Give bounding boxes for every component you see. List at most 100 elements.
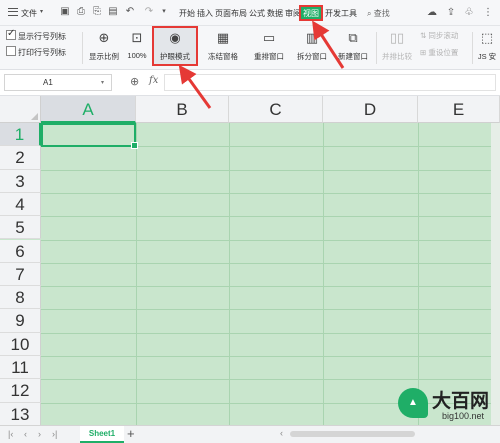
row-header[interactable]: 13 [0,402,41,425]
fx-icon[interactable]: fx [149,75,158,86]
new-window-label: 新建窗口 [338,52,368,61]
grid-line [41,169,500,171]
row-header[interactable]: 8 [0,286,41,310]
row-header[interactable]: 7 [0,262,41,287]
collaborate-icon[interactable]: ♧ [463,7,475,19]
last-sheet-icon[interactable]: ›| [52,429,57,439]
preview-icon[interactable]: ▤ [107,6,119,18]
row-header[interactable]: 1 [0,123,41,147]
save-icon[interactable]: ▣ [59,6,71,18]
column-header-d[interactable]: D [323,96,418,123]
split-window-icon: ▥ [305,30,319,45]
print-rowcol-checkbox[interactable] [6,46,16,56]
new-window-icon: ⧉ [348,30,358,45]
row-header[interactable]: 4 [0,192,41,217]
add-sheet-button[interactable]: + [127,427,135,441]
first-sheet-icon[interactable]: |‹ [8,429,13,439]
row-header[interactable]: 5 [0,216,41,240]
eye-protection-mode-button[interactable]: ◉ 护眼模式 [154,28,196,68]
row-header[interactable]: 9 [0,309,41,333]
menu-bar: 文件 ▾ ▣ ⎙ ⎘ ▤ ↶ ↷ ▾ 开始 插入 页面布局 公式 数据 审阅 视… [0,0,500,26]
column-header-e[interactable]: E [418,96,500,123]
column-header-b[interactable]: B [136,96,229,123]
file-menu[interactable]: 文件 [21,8,37,19]
grid-line [41,192,500,194]
cloud-icon[interactable]: ☁ [426,7,438,19]
sync-scroll-icon: ⇅ [420,31,427,40]
row-header[interactable]: 2 [0,146,41,170]
ribbon-divider [472,32,473,64]
tab-page-layout[interactable]: 页面布局 [215,8,247,19]
name-box[interactable]: A1 ▾ [4,74,112,91]
split-window-button[interactable]: ▥ 拆分窗口 [292,28,332,68]
ribbon-divider [82,32,83,64]
row-header[interactable]: 6 [0,239,41,263]
reset-position-icon: ⊞ [420,48,427,57]
freeze-panes-label: 冻结窗格 [208,52,238,61]
redo-icon[interactable]: ↷ [143,6,155,18]
column-header-c[interactable]: C [229,96,323,123]
select-all-corner[interactable] [0,96,41,123]
grid-line [41,332,500,334]
freeze-panes-button[interactable]: ▦ 冻结窗格 [202,28,244,68]
column-header-a[interactable]: A [41,96,136,123]
js-icon: ⬚ [480,30,494,45]
new-window-button[interactable]: ⧉ 新建窗口 [334,28,372,68]
share-icon[interactable]: ⇪ [445,7,457,19]
spreadsheet-grid[interactable]: A B C D E 1 2 3 4 5 6 7 8 9 10 11 12 13 [0,96,500,425]
zoom-100-button[interactable]: ⊡ 100% [124,28,150,68]
sync-scroll-button[interactable]: ⇅ 同步滚动 [420,30,458,41]
eye-icon: ◉ [169,30,181,45]
undo-icon[interactable]: ↶ [124,6,136,18]
grid-line [41,379,500,381]
js-macro-button[interactable]: ⬚ JS 安 [474,28,500,68]
reset-position-label: 重设位置 [428,48,459,57]
row-header[interactable]: 11 [0,356,41,380]
tab-view[interactable]: 视图 [299,5,323,21]
print-rowcol-label[interactable]: 打印行号列标 [18,47,66,58]
more-options-icon[interactable]: ⋮ [482,7,494,19]
more-icon[interactable]: ▾ [158,6,170,18]
rearrange-window-button[interactable]: ▭ 重排窗口 [248,28,290,68]
show-rowcol-checkbox[interactable] [6,28,16,40]
grid-line [41,216,500,218]
print-icon[interactable]: ⎘ [91,6,103,18]
eye-mode-label: 护眼模式 [160,52,190,61]
tab-formulas[interactable]: 公式 [249,8,265,19]
zoom-formula-icon[interactable]: ⊕ [130,75,139,88]
scroll-left-icon[interactable]: ‹ [280,428,283,438]
zoom-100-label: 100% [127,51,147,60]
vertical-scrollbar[interactable] [491,123,500,425]
grid-line [41,262,500,264]
grid-line [41,286,500,288]
tab-data[interactable]: 数据 [267,8,283,19]
chevron-down-icon[interactable]: ▾ [40,8,43,15]
sheet-tab-sheet1[interactable]: Sheet1 [80,426,124,443]
next-sheet-icon[interactable]: › [38,429,41,439]
formula-input[interactable] [164,74,496,91]
chevron-down-icon[interactable]: ▾ [101,79,104,86]
row-header[interactable]: 3 [0,169,41,193]
watermark: ▲ 大百网 big100.net [398,386,500,436]
row-header[interactable]: 10 [0,332,41,356]
horizontal-scrollbar[interactable] [290,431,415,437]
prev-sheet-icon[interactable]: ‹ [24,429,27,439]
show-rowcol-label[interactable]: 显示行号列标 [18,31,66,42]
watermark-url: big100.net [442,411,485,421]
zoom-button[interactable]: ⊕ 显示比例 [86,28,122,68]
cell-reference: A1 [43,78,53,87]
menu-icon[interactable] [8,8,18,16]
side-by-side-button[interactable]: ▯▯ 并排比较 [378,28,416,68]
formula-bar: A1 ▾ ⊕ fx [0,70,500,96]
tab-developer[interactable]: 开发工具 [325,8,357,19]
export-icon[interactable]: ⎙ [75,6,87,18]
tab-insert[interactable]: 插入 [197,8,213,19]
row-header[interactable]: 12 [0,379,41,403]
zoom-icon: ⊕ [98,30,110,45]
side-by-side-icon: ▯▯ [389,30,405,45]
selected-cell-a1[interactable] [41,123,138,149]
search-button[interactable]: ⌕ 查找 [367,8,390,19]
tab-home[interactable]: 开始 [179,8,195,19]
grid-line [41,356,500,357]
reset-position-button[interactable]: ⊞ 重设位置 [420,47,458,58]
